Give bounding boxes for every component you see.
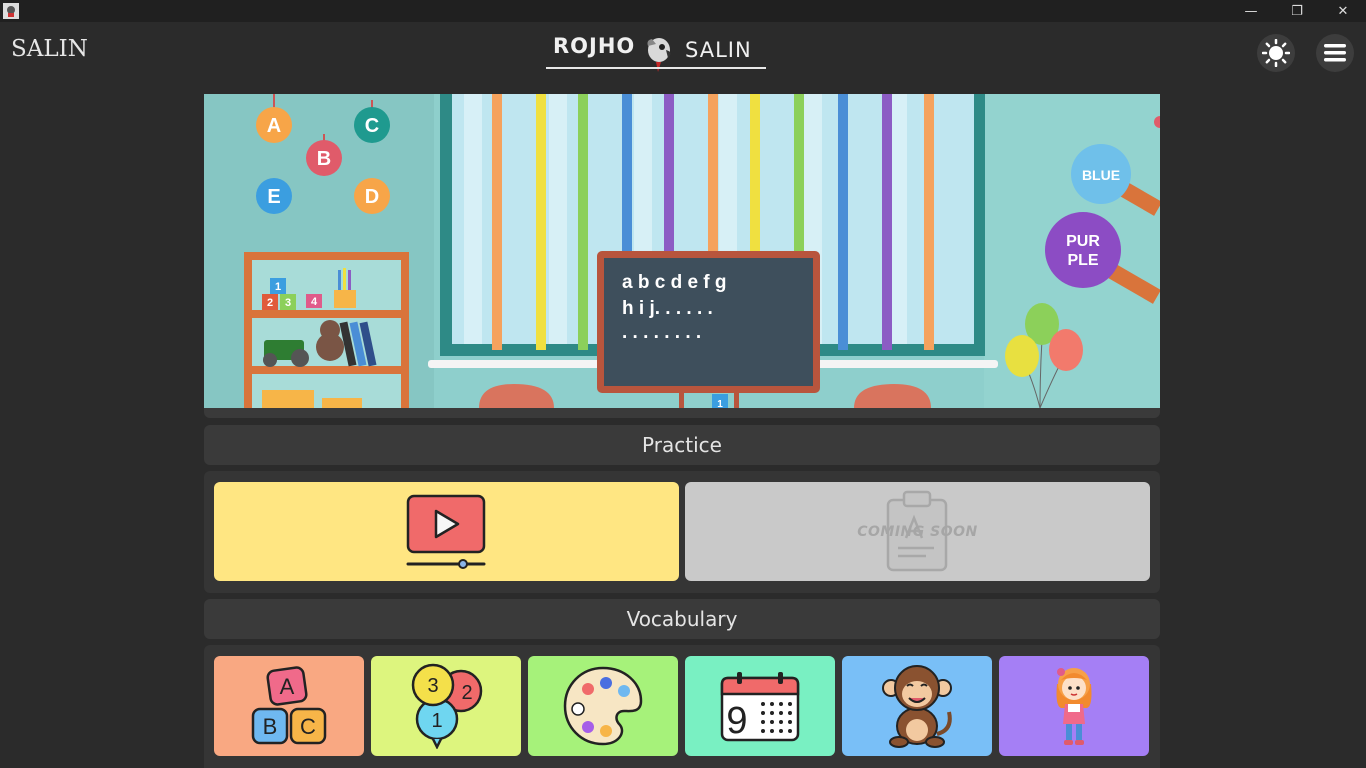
maximize-button[interactable]: ❐ <box>1274 0 1320 22</box>
calendar-card[interactable]: 9 <box>685 656 835 756</box>
easel-number: 1 <box>717 399 723 408</box>
monkey-icon <box>882 665 952 748</box>
number-digit-1: 1 <box>431 710 442 732</box>
number-digit-2: 2 <box>461 682 472 704</box>
blackboard-line-1: a b c d e f g <box>622 272 727 293</box>
number-digit-3: 3 <box>427 675 438 697</box>
coming-soon-label: COMING SOON <box>857 523 978 540</box>
letter-ball-B: B <box>317 148 331 170</box>
menu-button[interactable] <box>1316 34 1354 72</box>
color-sign-purple-2: PLE <box>1067 252 1098 269</box>
people-card[interactable] <box>999 656 1149 756</box>
color-sign-purple-1: PUR <box>1066 233 1100 250</box>
practice-panel: COMING SOON <box>204 471 1160 593</box>
practice-section-title: Practice <box>204 425 1160 465</box>
alphabet-card[interactable]: A B C <box>214 656 364 756</box>
calendar-icon: 9 <box>720 672 800 742</box>
block-3: 3 <box>285 297 291 309</box>
numbers-card[interactable]: 3 2 1 <box>371 656 521 756</box>
abc-letter-c: C <box>300 714 316 739</box>
video-lesson-card[interactable] <box>214 482 679 581</box>
window-titlebar: — ❐ ✕ <box>0 0 1366 22</box>
calendar-day: 9 <box>726 700 747 742</box>
letter-ball-A: A <box>267 115 281 137</box>
girl-icon <box>1056 668 1092 745</box>
abc-letter-a: A <box>280 674 295 699</box>
classroom-illustration: A B C D E 1 2 3 4 a b c d e f g h i j. .… <box>204 94 1160 408</box>
banner-footer-strip <box>204 408 1160 418</box>
minimize-button[interactable]: — <box>1228 0 1274 22</box>
colors-card[interactable] <box>528 656 678 756</box>
logo-right-text: SALIN <box>685 38 752 62</box>
classroom-banner: A B C D E 1 2 3 4 a b c d e f g h i j. .… <box>204 94 1160 408</box>
block-2: 2 <box>267 297 273 309</box>
number-bubbles-icon: 3 2 1 <box>411 663 483 749</box>
sun-icon <box>1262 39 1290 67</box>
blackboard-line-3: . . . . . . . . <box>622 322 701 343</box>
quiz-card[interactable]: COMING SOON <box>685 482 1150 581</box>
video-play-icon <box>406 494 485 569</box>
vocabulary-panel: A B C 3 2 1 9 <box>204 645 1160 768</box>
abc-letter-b: B <box>263 714 278 739</box>
logo-left-text: ROJHO <box>553 34 636 58</box>
blackboard-line-2: h i j. . . . . . <box>622 298 713 319</box>
animals-card[interactable] <box>842 656 992 756</box>
logo-underline <box>546 67 766 69</box>
letter-ball-D: D <box>365 186 379 208</box>
letter-ball-E: E <box>267 186 280 208</box>
app-icon <box>3 3 19 19</box>
app-logo: ROJHO SALIN <box>546 30 766 74</box>
app-header: SALIN ROJHO SALIN <box>0 22 1366 86</box>
vocabulary-section-title: Vocabulary <box>204 599 1160 639</box>
paint-palette-icon <box>563 666 643 746</box>
block-1: 1 <box>275 281 281 293</box>
close-button[interactable]: ✕ <box>1320 0 1366 22</box>
app-name: SALIN <box>11 36 88 62</box>
color-sign-blue: BLUE <box>1082 167 1120 183</box>
letter-ball-C: C <box>365 115 379 137</box>
theme-toggle-button[interactable] <box>1257 34 1295 72</box>
block-4: 4 <box>311 296 318 308</box>
abc-blocks-icon: A B C <box>251 666 327 745</box>
hamburger-menu-icon <box>1324 44 1346 62</box>
